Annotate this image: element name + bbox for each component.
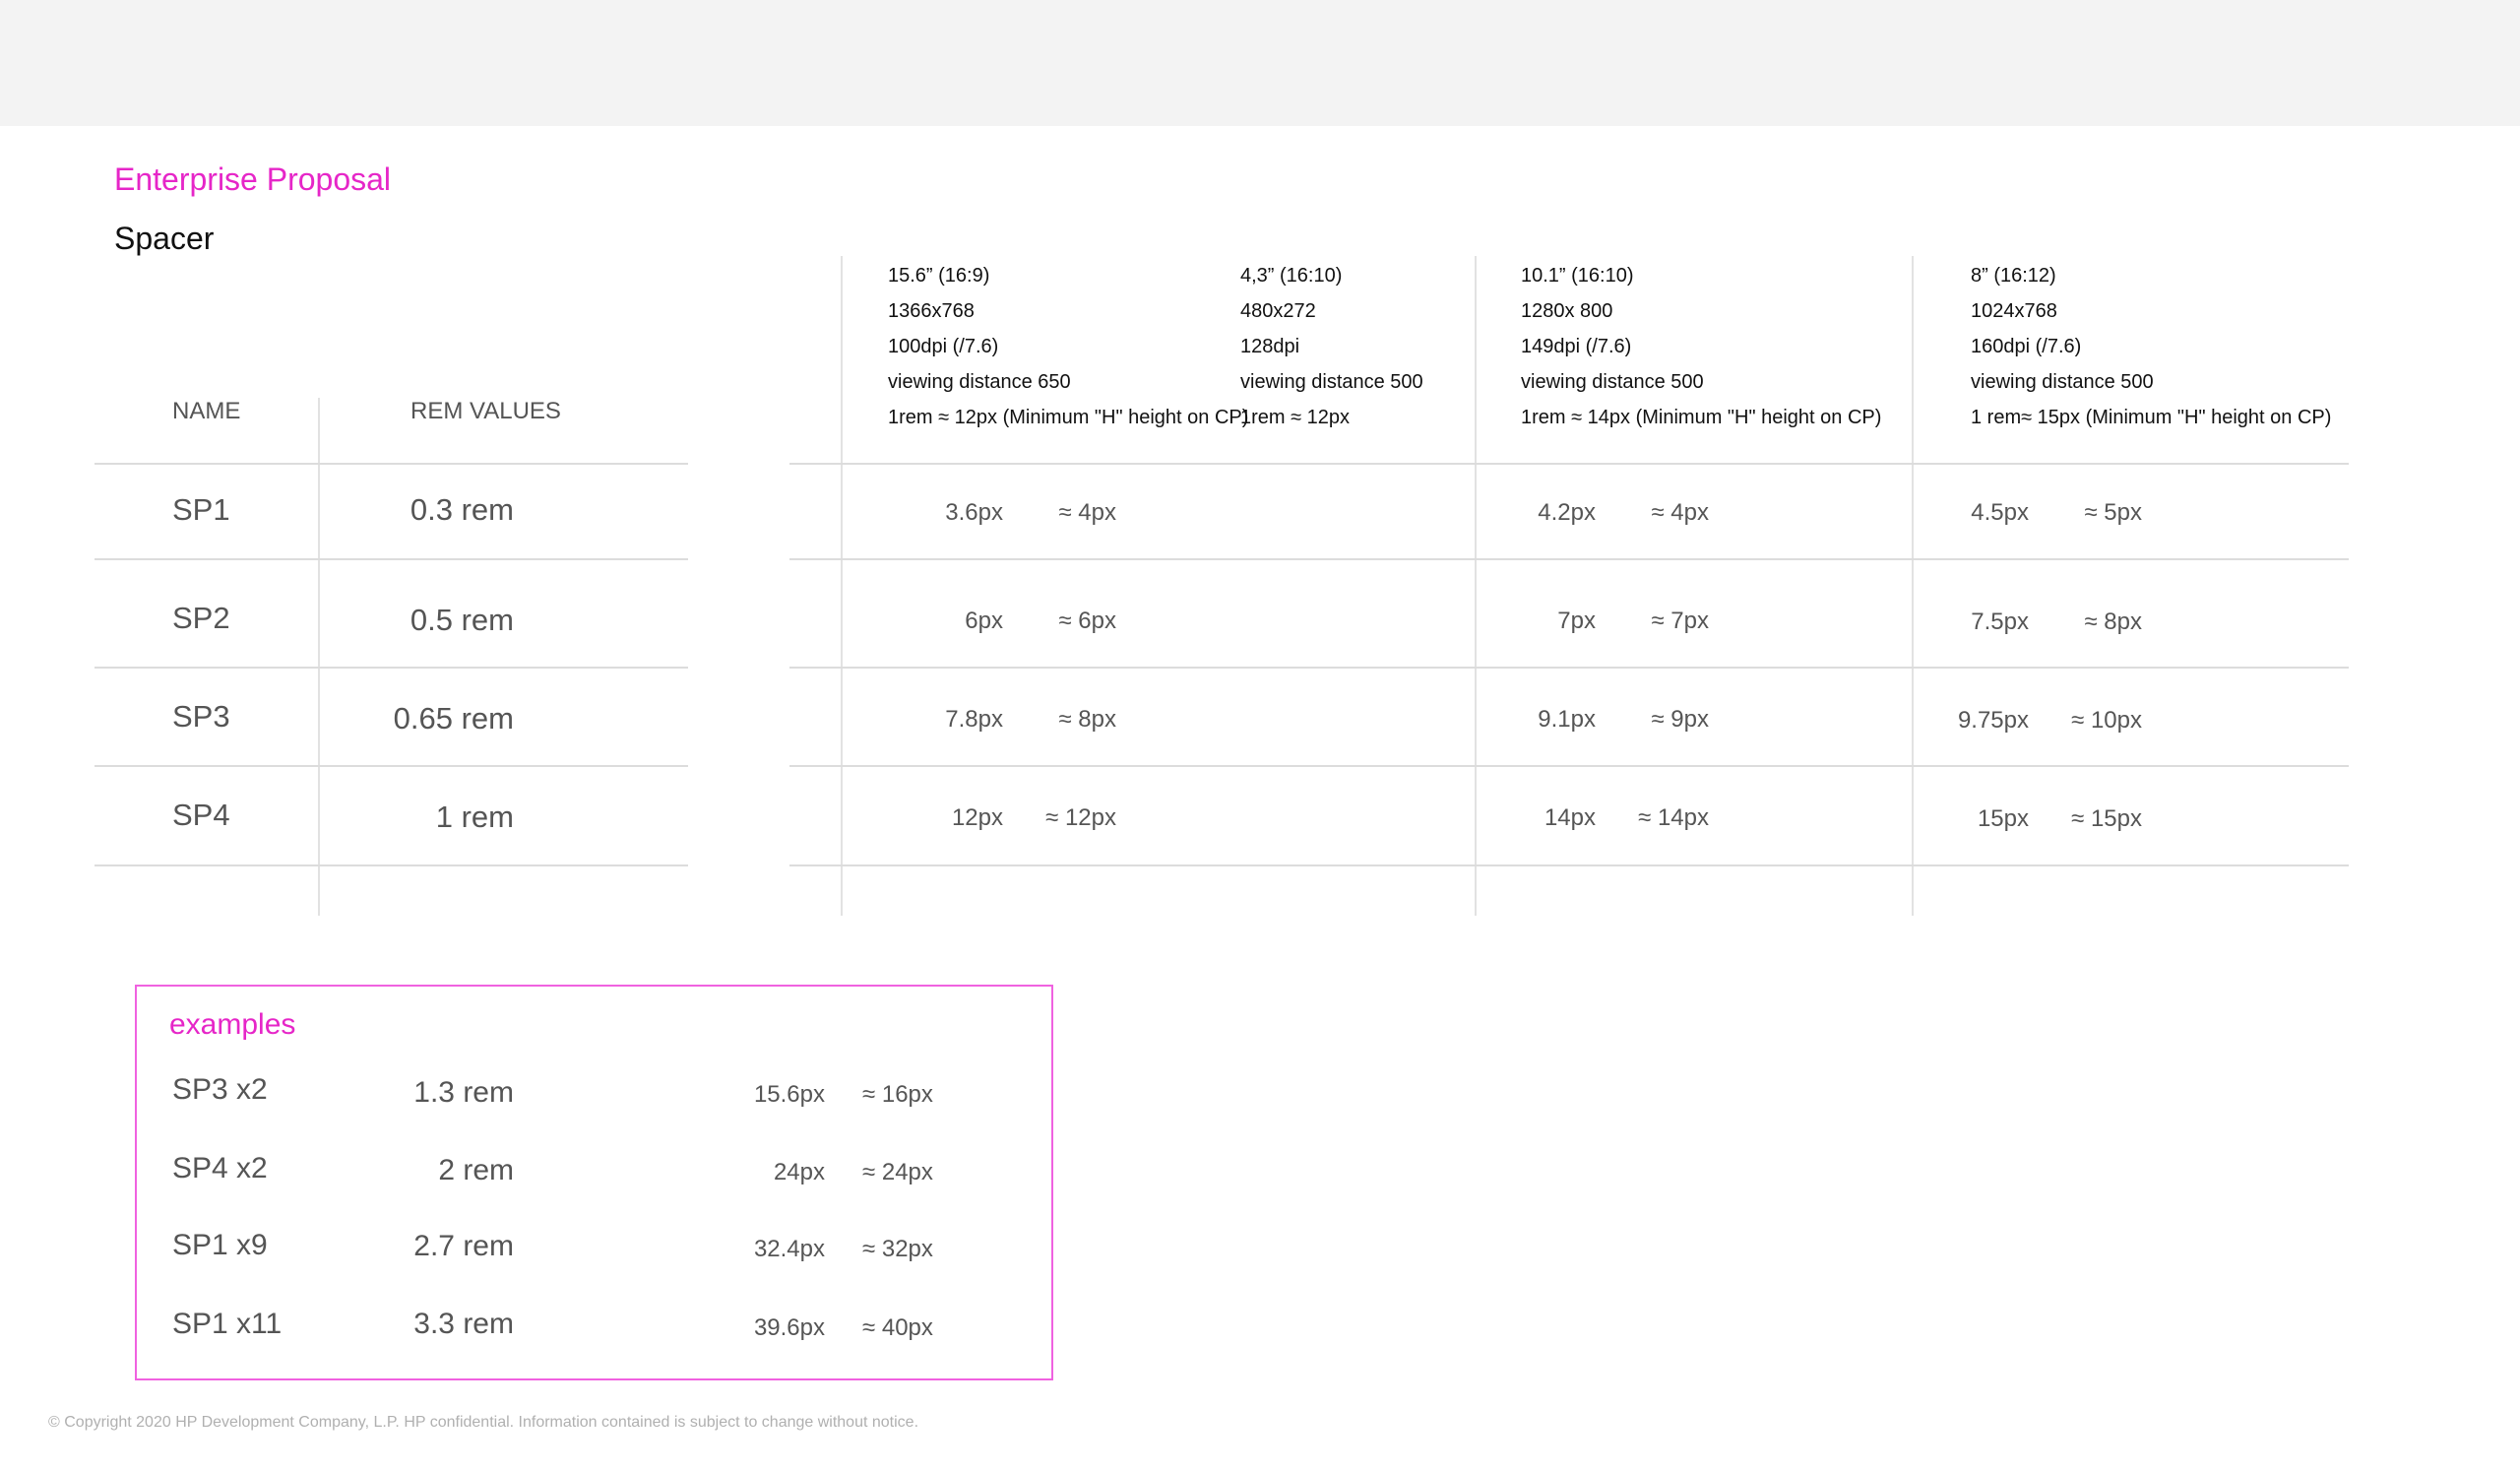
device-rem: 1 rem≈ 15px (Minimum "H" height on CP): [1971, 407, 2332, 428]
device-resolution: 1024x768: [1971, 300, 2057, 322]
px-approx: ≈ 4px: [1651, 499, 1709, 526]
example-px-exact: 32.4px: [753, 1236, 825, 1262]
spacer-rem: 0.3 rem: [410, 492, 514, 527]
example-px-exact: 24px: [773, 1159, 825, 1185]
device-dpi: 149dpi (/7.6): [1521, 336, 1632, 357]
px-approx: ≈ 8px: [1058, 706, 1116, 733]
device-viewing-distance: viewing distance 500: [1240, 371, 1423, 393]
device-dpi: 100dpi (/7.6): [888, 336, 999, 357]
divider: [841, 256, 843, 916]
spacer-rem: 0.65 rem: [393, 701, 514, 736]
example-px-approx: ≈ 16px: [862, 1081, 933, 1108]
example-px-approx: ≈ 32px: [862, 1236, 933, 1262]
spacer-name: SP1: [172, 492, 230, 527]
px-approx: ≈ 10px: [2071, 707, 2142, 734]
divider: [789, 864, 2349, 866]
example-rem: 3.3 rem: [413, 1308, 514, 1340]
device-resolution: 1366x768: [888, 300, 975, 322]
px-exact: 12px: [951, 804, 1003, 831]
px-approx: ≈ 9px: [1651, 706, 1709, 733]
divider: [789, 667, 2349, 669]
device-spec-8: 8” (16:12) 1024x768 160dpi (/7.6) viewin…: [1971, 258, 2331, 435]
example-px-approx: ≈ 24px: [862, 1159, 933, 1185]
example-rem: 2.7 rem: [413, 1230, 514, 1262]
spacer-rem: 0.5 rem: [410, 603, 514, 637]
px-exact: 15px: [1977, 805, 2029, 832]
px-approx: ≈ 4px: [1058, 499, 1116, 526]
spacer-name: SP3: [172, 699, 230, 734]
divider: [94, 463, 688, 465]
device-size: 4,3” (16:10): [1240, 265, 1343, 287]
top-bar: [0, 0, 2520, 126]
px-exact: 4.2px: [1538, 499, 1596, 526]
spacer-name: SP4: [172, 798, 230, 832]
device-size: 8” (16:12): [1971, 265, 2056, 287]
px-exact: 7px: [1557, 608, 1596, 634]
device-dpi: 160dpi (/7.6): [1971, 336, 2082, 357]
device-resolution: 1280x 800: [1521, 300, 1613, 322]
examples-title: examples: [169, 1008, 296, 1041]
px-approx: ≈ 14px: [1638, 804, 1709, 831]
device-viewing-distance: viewing distance 650: [888, 371, 1071, 393]
copyright-notice: © Copyright 2020 HP Development Company,…: [48, 1414, 919, 1431]
example-name: SP4 x2: [172, 1152, 268, 1184]
device-spec-4-3: 4,3” (16:10) 480x272 128dpi viewing dist…: [1240, 258, 1423, 435]
divider: [318, 398, 320, 916]
px-exact: 7.8px: [945, 706, 1003, 733]
px-approx: ≈ 15px: [2071, 805, 2142, 832]
device-resolution: 480x272: [1240, 300, 1316, 322]
device-rem: 1rem ≈ 14px (Minimum "H" height on CP): [1521, 407, 1882, 428]
example-px-approx: ≈ 40px: [862, 1314, 933, 1341]
example-name: SP1 x11: [172, 1308, 283, 1340]
device-dpi: 128dpi: [1240, 336, 1300, 357]
column-header-rem: REM VALUES: [410, 398, 561, 424]
example-px-exact: 39.6px: [753, 1314, 825, 1341]
device-size: 15.6” (16:9): [888, 265, 990, 287]
px-approx: ≈ 12px: [1045, 804, 1116, 831]
divider: [94, 558, 688, 560]
example-name: SP1 x9: [172, 1229, 268, 1261]
px-exact: 6px: [965, 608, 1003, 634]
column-header-name: NAME: [172, 398, 241, 424]
example-name: SP3 x2: [172, 1073, 268, 1106]
divider: [789, 765, 2349, 767]
example-rem: 2 rem: [438, 1154, 514, 1186]
divider: [789, 558, 2349, 560]
device-rem: 1rem ≈ 12px (Minimum "H" height on CP): [888, 407, 1249, 428]
px-approx: ≈ 7px: [1651, 608, 1709, 634]
px-approx: ≈ 8px: [2084, 608, 2142, 635]
spacer-rem: 1 rem: [435, 800, 514, 834]
px-approx: ≈ 6px: [1058, 608, 1116, 634]
divider: [94, 765, 688, 767]
device-viewing-distance: viewing distance 500: [1971, 371, 2154, 393]
page-subtitle: Spacer: [114, 221, 215, 256]
px-exact: 7.5px: [1971, 608, 2029, 635]
px-exact: 9.75px: [1957, 707, 2029, 734]
px-exact: 9.1px: [1538, 706, 1596, 733]
spacer-name: SP2: [172, 601, 230, 635]
example-rem: 1.3 rem: [413, 1076, 514, 1109]
px-exact: 14px: [1544, 804, 1596, 831]
device-spec-15-6: 15.6” (16:9) 1366x768 100dpi (/7.6) view…: [888, 258, 1248, 435]
px-approx: ≈ 5px: [2084, 499, 2142, 526]
device-size: 10.1” (16:10): [1521, 265, 1634, 287]
device-rem: 1rem ≈ 12px: [1240, 407, 1351, 428]
px-exact: 3.6px: [945, 499, 1003, 526]
divider: [94, 864, 688, 866]
px-exact: 4.5px: [1971, 499, 2029, 526]
device-viewing-distance: viewing distance 500: [1521, 371, 1704, 393]
divider: [94, 667, 688, 669]
page-title: Enterprise Proposal: [114, 161, 392, 197]
divider: [789, 463, 2349, 465]
example-px-exact: 15.6px: [753, 1081, 825, 1108]
device-spec-10-1: 10.1” (16:10) 1280x 800 149dpi (/7.6) vi…: [1521, 258, 1881, 435]
